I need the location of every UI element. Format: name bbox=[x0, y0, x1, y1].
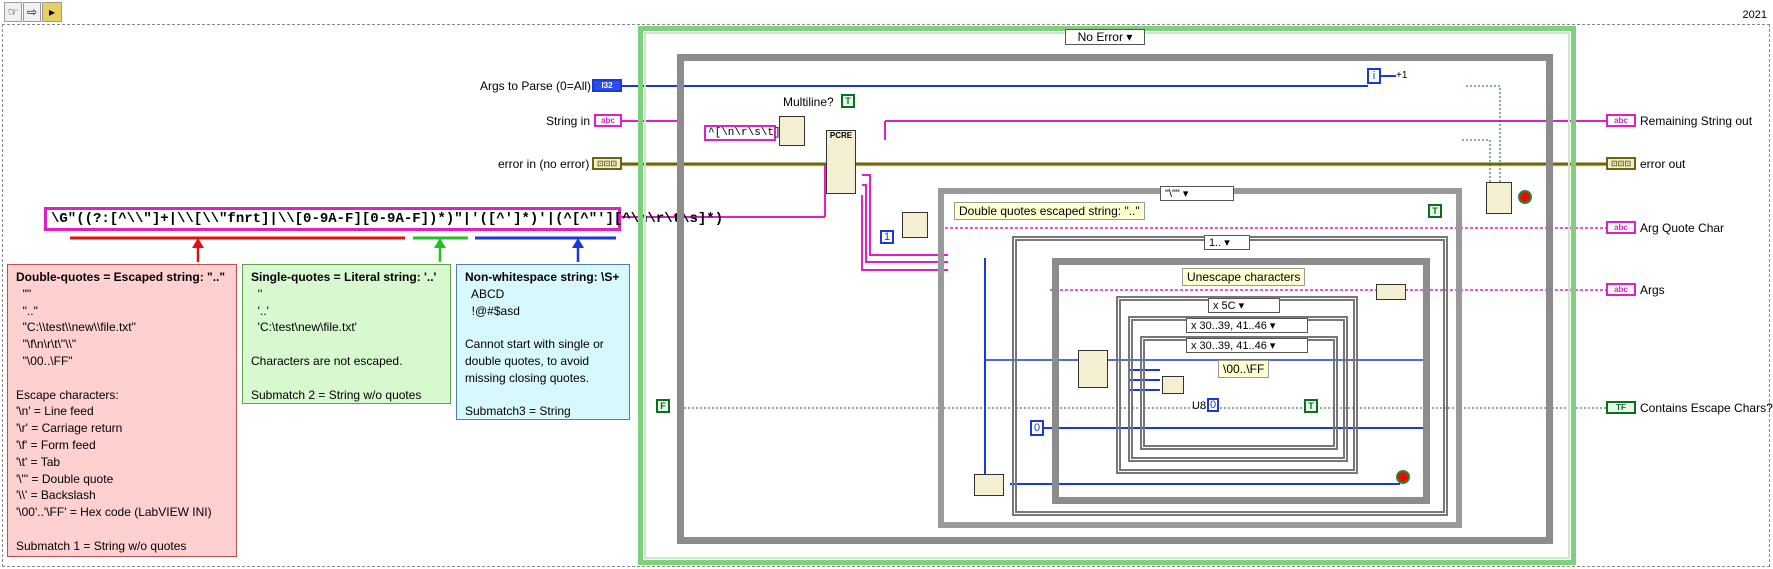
single-quotes-title: Single-quotes = Literal string: '..' bbox=[251, 270, 437, 284]
decimal-to-number-node[interactable] bbox=[1162, 376, 1184, 394]
args-to-parse-terminal[interactable]: I32 bbox=[592, 79, 622, 92]
error-in-label: error in (no error) bbox=[498, 157, 590, 171]
double-quote-comment: Double quotes escaped string: ".." bbox=[954, 202, 1145, 220]
zero-constant[interactable]: 0 bbox=[1030, 420, 1044, 436]
double-quotes-note: Double-quotes = Escaped string: ".." "" … bbox=[7, 264, 237, 557]
iteration-terminal: i bbox=[1367, 68, 1381, 84]
regex-string-constant[interactable]: \G"((?:[^\\"]+|\\[\\"fnrt]|\\[0-9A-F][0-… bbox=[44, 207, 723, 231]
error-out-label: error out bbox=[1640, 157, 1686, 171]
double-quotes-title: Double-quotes = Escaped string: ".." bbox=[16, 270, 226, 284]
match-pattern-node[interactable] bbox=[779, 116, 805, 146]
multiline-label: Multiline? bbox=[783, 95, 834, 109]
error-in-terminal[interactable]: ⊡⊡⊡ bbox=[592, 157, 622, 170]
args-to-parse-label: Args to Parse (0=All) bbox=[480, 79, 592, 93]
hex-case-value-1: x 30..39, 41..46 bbox=[1191, 319, 1267, 332]
contains-escape-terminal[interactable]: TF bbox=[1606, 401, 1636, 414]
arg-quote-char-label: Arg Quote Char bbox=[1640, 221, 1725, 235]
pcre-match-node[interactable]: PCRE bbox=[826, 130, 856, 194]
string-in-terminal[interactable]: abc bbox=[594, 114, 622, 127]
escape-true-constant[interactable]: T bbox=[1304, 399, 1318, 413]
contains-escape-label: Contains Escape Chars? bbox=[1640, 401, 1773, 415]
whitespace-regex-constant[interactable]: ^[\n\r\s\t]* bbox=[704, 125, 787, 141]
hex-case-selector-2[interactable]: x 30..39, 41..46 ▾ bbox=[1186, 338, 1308, 353]
error-case-selector[interactable]: No Error ▾ bbox=[1065, 29, 1145, 45]
remaining-string-terminal[interactable]: abc bbox=[1606, 114, 1636, 127]
hex-case-selector-1[interactable]: x 30..39, 41..46 ▾ bbox=[1186, 318, 1308, 333]
stop-icon[interactable] bbox=[1518, 190, 1532, 204]
hex-case-value-2: x 30..39, 41..46 bbox=[1191, 339, 1267, 352]
args-terminal[interactable]: abc bbox=[1606, 283, 1636, 296]
single-quotes-body: '' '..' 'C:\test\new\file.txt' Character… bbox=[251, 286, 422, 402]
concat-string-node[interactable] bbox=[1376, 284, 1406, 300]
case-5c-selector[interactable]: x 5C ▾ bbox=[1208, 298, 1280, 313]
zero-constant-inner[interactable]: 0 bbox=[1207, 398, 1219, 412]
single-quotes-note: Single-quotes = Literal string: '..' '' … bbox=[242, 264, 451, 404]
increment-label: +1 bbox=[1396, 70, 1408, 81]
remaining-string-label: Remaining String out bbox=[1640, 114, 1753, 128]
args-label: Args bbox=[1640, 283, 1665, 297]
string-in-label: String in bbox=[546, 114, 591, 128]
false-constant[interactable]: F bbox=[656, 399, 670, 413]
non-whitespace-title: Non-whitespace string: \S+ bbox=[465, 270, 620, 284]
quote-true-constant[interactable]: T bbox=[1428, 204, 1442, 218]
multiline-true-constant[interactable]: T bbox=[841, 94, 855, 108]
error-case-selector-value: No Error bbox=[1077, 30, 1123, 44]
compound-or-node[interactable] bbox=[1486, 182, 1512, 214]
non-whitespace-note: Non-whitespace string: \S+ ABCD !@#$asd … bbox=[456, 264, 630, 420]
quote-case-selector[interactable]: "\"" ▾ bbox=[1160, 186, 1234, 201]
range-case-selector[interactable]: 1.. ▾ bbox=[1204, 235, 1250, 250]
one-constant[interactable]: 1 bbox=[880, 230, 894, 244]
pcre-label: PCRE bbox=[829, 131, 853, 140]
array-size-node[interactable] bbox=[974, 474, 1004, 496]
unescape-comment: Unescape characters bbox=[1182, 268, 1306, 286]
hex-comment: \00..\FF bbox=[1218, 360, 1270, 378]
u8-label: U8 bbox=[1192, 400, 1207, 412]
error-out-terminal[interactable]: ⊡⊡⊡ bbox=[1606, 157, 1636, 170]
index-array-node[interactable] bbox=[902, 212, 928, 238]
loop-stop-icon[interactable] bbox=[1396, 470, 1410, 484]
range-selector-value: 1.. bbox=[1209, 236, 1222, 249]
arg-quote-char-terminal[interactable]: abc bbox=[1606, 221, 1636, 234]
case-5c-value: x 5C bbox=[1213, 299, 1236, 312]
non-whitespace-body: ABCD !@#$asd Cannot start with single or… bbox=[465, 286, 604, 419]
double-quotes-body: "" ".." "C:\\test\\new\\file.txt" "\f\n\… bbox=[16, 286, 212, 553]
string-subset-node[interactable] bbox=[1078, 350, 1108, 388]
quote-case-selector-value: "\"" bbox=[1165, 187, 1180, 200]
